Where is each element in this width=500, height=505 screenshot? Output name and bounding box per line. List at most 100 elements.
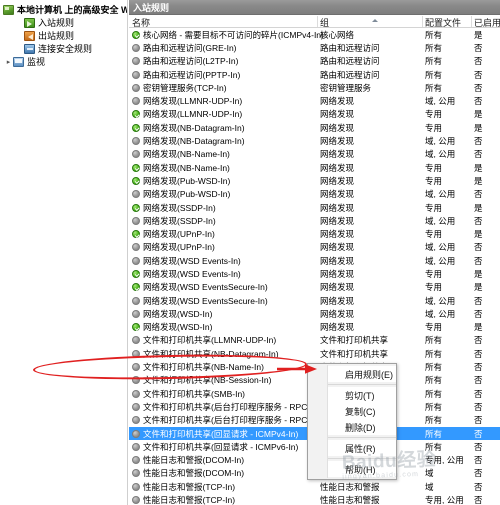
rule-name-cell: 文件和打印机共享(回显请求 - ICMPv4-In) (132, 428, 298, 440)
rule-enabled-cell: 否 (474, 149, 483, 160)
tree-item-3[interactable]: 连接安全规则 (0, 42, 127, 55)
rule-name-cell: 文件和打印机共享(LLMNR-UDP-In) (132, 334, 276, 346)
table-row[interactable]: 路由和远程访问(L2TP-In) 路由和远程访问 所有 否 (129, 55, 500, 68)
table-row[interactable]: 网络发现(WSD EventsSecure-In) 网络发现 域, 公用 否 (129, 294, 500, 307)
rule-enabled-cell: 否 (474, 362, 483, 373)
rule-profile-cell: 域, 公用 (425, 242, 456, 253)
tree-item-4[interactable]: ▸ 监视 (0, 55, 127, 68)
table-row[interactable]: 网络发现(LLMNR-UDP-In) 网络发现 专用 是 (129, 108, 500, 121)
rule-enabled-cell: 否 (474, 189, 483, 200)
rule-name-label: 文件和打印机共享(LLMNR-UDP-In) (143, 335, 277, 346)
rule-disabled-icon (132, 309, 140, 318)
rule-enabled-cell: 是 (474, 322, 483, 333)
rule-name-cell: 文件和打印机共享(NB-Name-In) (132, 361, 264, 373)
table-row[interactable]: 网络发现(WSD-In) 网络发现 专用 是 (129, 321, 500, 334)
table-row[interactable]: 网络发现(NB-Name-In) 网络发现 域, 公用 否 (129, 148, 500, 161)
rule-group-cell: 网络发现 (320, 308, 355, 319)
table-row[interactable]: 网络发现(Pub-WSD-In) 网络发现 域, 公用 否 (129, 188, 500, 201)
rule-profile-cell: 专用 (425, 175, 443, 186)
rule-enabled-cell: 否 (474, 415, 483, 426)
rule-profile-cell: 所有 (425, 415, 443, 426)
rule-profile-cell: 专用 (425, 282, 443, 293)
rule-disabled-icon (132, 216, 140, 225)
rule-enabled-cell: 否 (474, 215, 483, 226)
rule-profile-cell: 域, 公用 (425, 308, 456, 319)
table-row[interactable]: 文件和打印机共享(NB-Datagram-In) 文件和打印机共享 所有 否 (129, 347, 500, 360)
rule-name-cell: 网络发现(UPnP-In) (132, 241, 215, 253)
rule-enabled-icon (132, 176, 140, 185)
column-divider[interactable] (317, 16, 318, 27)
table-row[interactable]: 密钥管理服务(TCP-In) 密钥管理服务 所有 否 (129, 81, 500, 94)
rule-name-label: 网络发现(WSD Events-In) (143, 255, 241, 266)
rule-name-label: 网络发现(UPnP-In) (143, 229, 215, 240)
tree-item-2[interactable]: 出站规则 (0, 29, 127, 42)
table-row[interactable]: 网络发现(WSD EventsSecure-In) 网络发现 专用 是 (129, 281, 500, 294)
rule-profile-cell: 域, 公用 (425, 215, 456, 226)
rule-enabled-cell: 是 (474, 202, 483, 213)
table-row[interactable]: 网络发现(WSD Events-In) 网络发现 专用 是 (129, 267, 500, 280)
table-row[interactable]: 核心网络 - 需要目标不可访问的碎片(ICMPv4-In) 核心网络 所有 是 (129, 28, 500, 41)
context-menu-item-0[interactable]: 启用规则(E) (327, 366, 396, 382)
table-row[interactable]: 网络发现(WSD Events-In) 网络发现 域, 公用 否 (129, 254, 500, 267)
rule-enabled-cell: 是 (474, 229, 483, 240)
table-row[interactable]: 网络发现(SSDP-In) 网络发现 域, 公用 否 (129, 214, 500, 227)
rule-disabled-icon (132, 97, 140, 106)
table-row[interactable]: 路由和远程访问(PPTP-In) 路由和远程访问 所有 否 (129, 68, 500, 81)
table-row[interactable]: 路由和远程访问(GRE-In) 路由和远程访问 所有 否 (129, 41, 500, 54)
rule-enabled-cell: 是 (474, 162, 483, 173)
rule-disabled-icon (132, 429, 140, 438)
column-divider[interactable] (422, 16, 423, 27)
rule-profile-cell: 专用 (425, 162, 443, 173)
rule-enabled-icon (132, 123, 140, 132)
tree-item-1[interactable]: 入站规则 (0, 16, 127, 29)
column-divider[interactable] (471, 16, 472, 27)
console-tree: 本地计算机 上的高级安全 Win... 入站规则出站规则连接安全规则 ▸ 监视 (0, 3, 127, 68)
rule-name-cell: 网络发现(NB-Name-In) (132, 162, 230, 174)
rule-name-label: 文件和打印机共享(NB-Datagram-In) (143, 348, 279, 359)
expand-chevron-icon[interactable]: ▸ (4, 58, 13, 66)
table-row[interactable]: 网络发现(Pub-WSD-In) 网络发现 专用 是 (129, 174, 500, 187)
table-row[interactable]: 网络发现(UPnP-In) 网络发现 域, 公用 否 (129, 241, 500, 254)
context-menu-item-3[interactable]: 删除(D) (327, 419, 396, 435)
table-row[interactable]: 网络发现(NB-Datagram-In) 网络发现 专用 是 (129, 121, 500, 134)
table-row[interactable]: 文件和打印机共享(LLMNR-UDP-In) 文件和打印机共享 所有 否 (129, 334, 500, 347)
rule-enabled-cell: 否 (474, 468, 483, 479)
rule-name-label: 网络发现(LLMNR-UDP-In) (143, 96, 243, 107)
context-menu-item-1[interactable]: 剪切(T) (327, 387, 396, 403)
context-menu-item-4[interactable]: 属性(R) (327, 440, 396, 456)
rule-enabled-cell: 否 (474, 295, 483, 306)
table-row[interactable]: 网络发现(NB-Datagram-In) 网络发现 域, 公用 否 (129, 134, 500, 147)
rule-disabled-icon (132, 57, 140, 66)
table-row[interactable]: 网络发现(NB-Name-In) 网络发现 专用 是 (129, 161, 500, 174)
tree-item-0[interactable]: 本地计算机 上的高级安全 Win... (0, 3, 127, 16)
rule-name-cell: 文件和打印机共享(SMB-In) (132, 388, 245, 400)
rule-profile-cell: 专用 (425, 202, 443, 213)
rule-profile-cell: 所有 (425, 29, 443, 40)
rule-group-cell: 网络发现 (320, 215, 355, 226)
rule-group-cell: 网络发现 (320, 255, 355, 266)
rule-name-cell: 网络发现(WSD-In) (132, 308, 212, 320)
rule-name-label: 性能日志和警报(DCOM-In) (143, 468, 245, 479)
context-menu-item-2[interactable]: 复制(C) (327, 403, 396, 419)
table-row[interactable]: 网络发现(WSD-In) 网络发现 域, 公用 否 (129, 307, 500, 320)
console-tree-pane: 本地计算机 上的高级安全 Win... 入站规则出站规则连接安全规则 ▸ 监视 (0, 0, 128, 505)
rule-name-label: 网络发现(WSD-In) (143, 322, 213, 333)
rule-group-cell: 网络发现 (320, 136, 355, 147)
table-row[interactable]: 网络发现(SSDP-In) 网络发现 专用 是 (129, 201, 500, 214)
context-menu-item-5[interactable]: 帮助(H) (327, 461, 396, 477)
rule-disabled-icon (132, 469, 140, 478)
rule-enabled-cell: 否 (474, 495, 483, 505)
table-row[interactable]: 网络发现(LLMNR-UDP-In) 网络发现 域, 公用 否 (129, 94, 500, 107)
table-row[interactable]: 网络发现(UPnP-In) 网络发现 专用 是 (129, 227, 500, 240)
rule-disabled-icon (132, 389, 140, 398)
rule-profile-cell: 所有 (425, 441, 443, 452)
table-row[interactable]: 性能日志和警报(TCP-In) 性能日志和警报 域 否 (129, 480, 500, 493)
rule-name-cell: 网络发现(NB-Name-In) (132, 148, 230, 160)
rule-enabled-cell: 是 (474, 122, 483, 133)
rule-group-cell: 网络发现 (320, 229, 355, 240)
rule-profile-cell: 域 (425, 481, 434, 492)
rule-group-cell: 网络发现 (320, 109, 355, 120)
rule-name-cell: 网络发现(Pub-WSD-In) (132, 175, 230, 187)
table-row[interactable]: 性能日志和警报(TCP-In) 性能日志和警报 专用, 公用否 (129, 493, 500, 505)
rule-name-label: 文件和打印机共享(NB-Name-In) (143, 362, 264, 373)
